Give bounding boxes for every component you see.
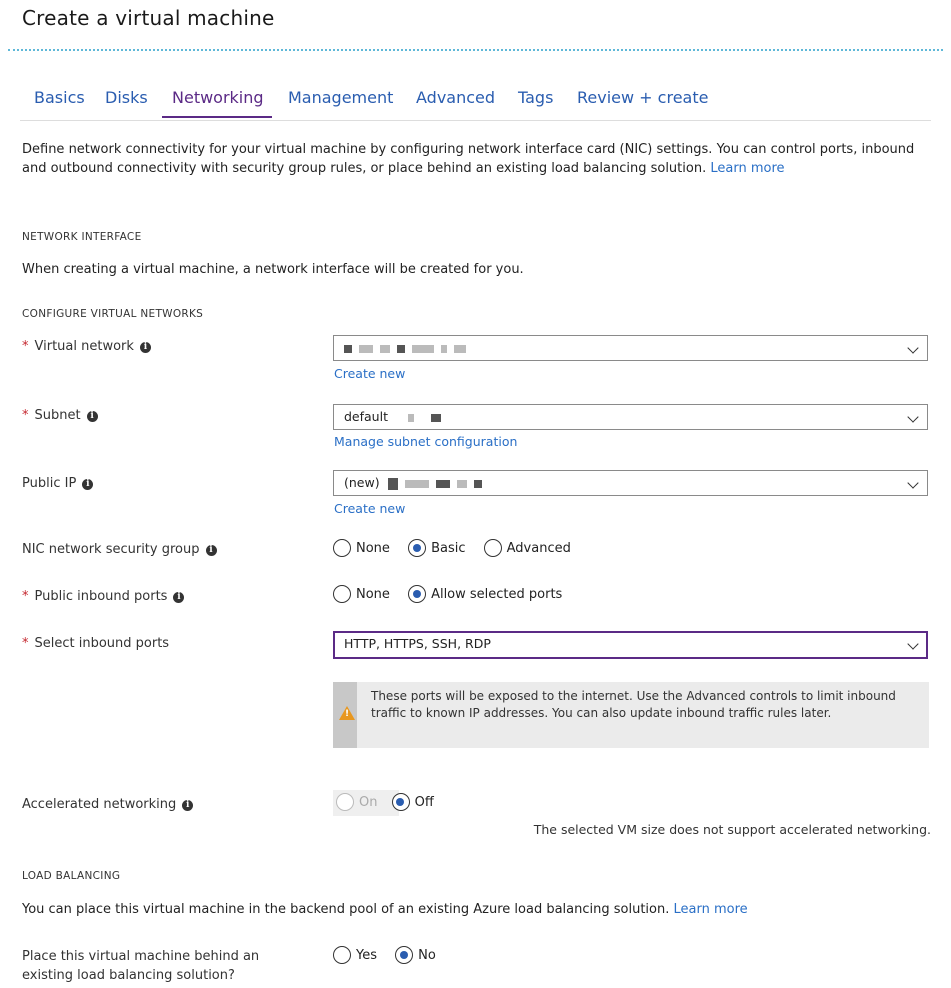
tab-review-create[interactable]: Review + create — [577, 88, 708, 107]
info-icon[interactable]: i — [173, 592, 185, 603]
inbound-allow-radio[interactable]: Allow selected ports — [408, 585, 562, 603]
radio-circle — [333, 539, 351, 557]
radio-circle-disabled — [336, 793, 354, 811]
load-balancer-question: Place this virtual machine behind an exi… — [22, 949, 260, 983]
radio-circle-selected — [408, 585, 427, 603]
tab-divider — [20, 120, 931, 121]
radio-circle — [333, 946, 351, 964]
subnet-label: * Subnet i — [22, 408, 98, 423]
radio-circle-selected — [391, 793, 410, 811]
info-icon[interactable]: i — [82, 479, 94, 490]
load-balancing-text: You can place this virtual machine in th… — [22, 902, 748, 917]
network-interface-heading: NETWORK INTERFACE — [22, 231, 142, 243]
nic-nsg-radio-group: None Basic Advanced — [333, 539, 585, 561]
lb-yes-radio[interactable]: Yes — [333, 946, 377, 964]
load-balancer-radio-group: Yes No — [333, 946, 450, 968]
accelerated-on-radio: On — [336, 793, 377, 811]
load-balancing-heading: LOAD BALANCING — [22, 870, 121, 882]
warning-text: These ports will be exposed to the inter… — [371, 689, 896, 720]
create-new-vnet-link[interactable]: Create new — [334, 366, 405, 381]
tab-tags[interactable]: Tags — [518, 88, 553, 107]
tab-advanced[interactable]: Advanced — [416, 88, 495, 107]
subnet-select[interactable]: default — [333, 404, 928, 430]
accelerated-networking-label: Accelerated networking i — [22, 797, 194, 812]
virtual-network-select[interactable] — [333, 335, 928, 361]
radio-circle — [483, 539, 502, 557]
info-icon[interactable]: i — [139, 342, 151, 353]
title-divider — [8, 49, 943, 51]
public-inbound-radio-group: None Allow selected ports — [333, 585, 576, 607]
configure-vnets-heading: CONFIGURE VIRTUAL NETWORKS — [22, 308, 204, 320]
info-icon[interactable]: i — [205, 545, 217, 556]
tab-networking[interactable]: Networking — [172, 88, 264, 107]
accelerated-radio-group: On Off — [336, 793, 448, 815]
learn-more-link[interactable]: Learn more — [674, 902, 748, 917]
chevron-down-icon — [907, 342, 919, 354]
manage-subnet-link[interactable]: Manage subnet configuration — [334, 434, 517, 449]
info-icon[interactable]: i — [182, 800, 194, 811]
intro-description: Define network connectivity for your vir… — [22, 140, 932, 178]
inbound-ports-value: HTTP, HTTPS, SSH, RDP — [344, 636, 491, 651]
virtual-network-label: * Virtual network i — [22, 339, 151, 354]
warning-icon: ! — [339, 706, 355, 720]
chevron-down-icon — [907, 477, 919, 489]
nsg-basic-radio[interactable]: Basic — [408, 539, 465, 557]
chevron-down-icon — [907, 638, 919, 650]
page-title: Create a virtual machine — [22, 6, 275, 30]
radio-circle — [333, 585, 351, 603]
radio-circle-selected — [395, 946, 414, 964]
create-new-ip-link[interactable]: Create new — [334, 501, 405, 516]
nsg-none-radio[interactable]: None — [333, 539, 390, 557]
inbound-ports-select[interactable]: HTTP, HTTPS, SSH, RDP — [333, 631, 928, 659]
select-inbound-label: * Select inbound ports — [22, 636, 170, 651]
public-inbound-label: * Public inbound ports i — [22, 589, 185, 604]
public-ip-value: (new) — [344, 475, 380, 490]
lb-no-radio[interactable]: No — [395, 946, 436, 964]
ports-warning-box: ! These ports will be exposed to the int… — [333, 682, 929, 748]
public-ip-label: Public IP i — [22, 476, 94, 491]
accelerated-note: The selected VM size does not support ac… — [533, 822, 931, 837]
accelerated-off-radio[interactable]: Off — [391, 793, 434, 811]
redacted-value — [344, 344, 352, 353]
tab-management[interactable]: Management — [288, 88, 393, 107]
public-ip-select[interactable]: (new) — [333, 470, 928, 496]
chevron-down-icon — [907, 411, 919, 423]
create-vm-page: Create a virtual machine Basics Disks Ne… — [0, 0, 951, 988]
nsg-advanced-radio[interactable]: Advanced — [483, 539, 571, 557]
inbound-none-radio[interactable]: None — [333, 585, 390, 603]
learn-more-link[interactable]: Learn more — [710, 161, 784, 176]
radio-circle-selected — [408, 539, 427, 557]
subnet-value: default — [344, 409, 388, 424]
active-tab-indicator — [162, 116, 272, 118]
nic-nsg-label: NIC network security group i — [22, 542, 217, 557]
info-icon[interactable]: i — [86, 411, 98, 422]
tab-basics[interactable]: Basics — [34, 88, 85, 107]
tab-disks[interactable]: Disks — [105, 88, 148, 107]
network-interface-text: When creating a virtual machine, a netwo… — [22, 262, 524, 277]
